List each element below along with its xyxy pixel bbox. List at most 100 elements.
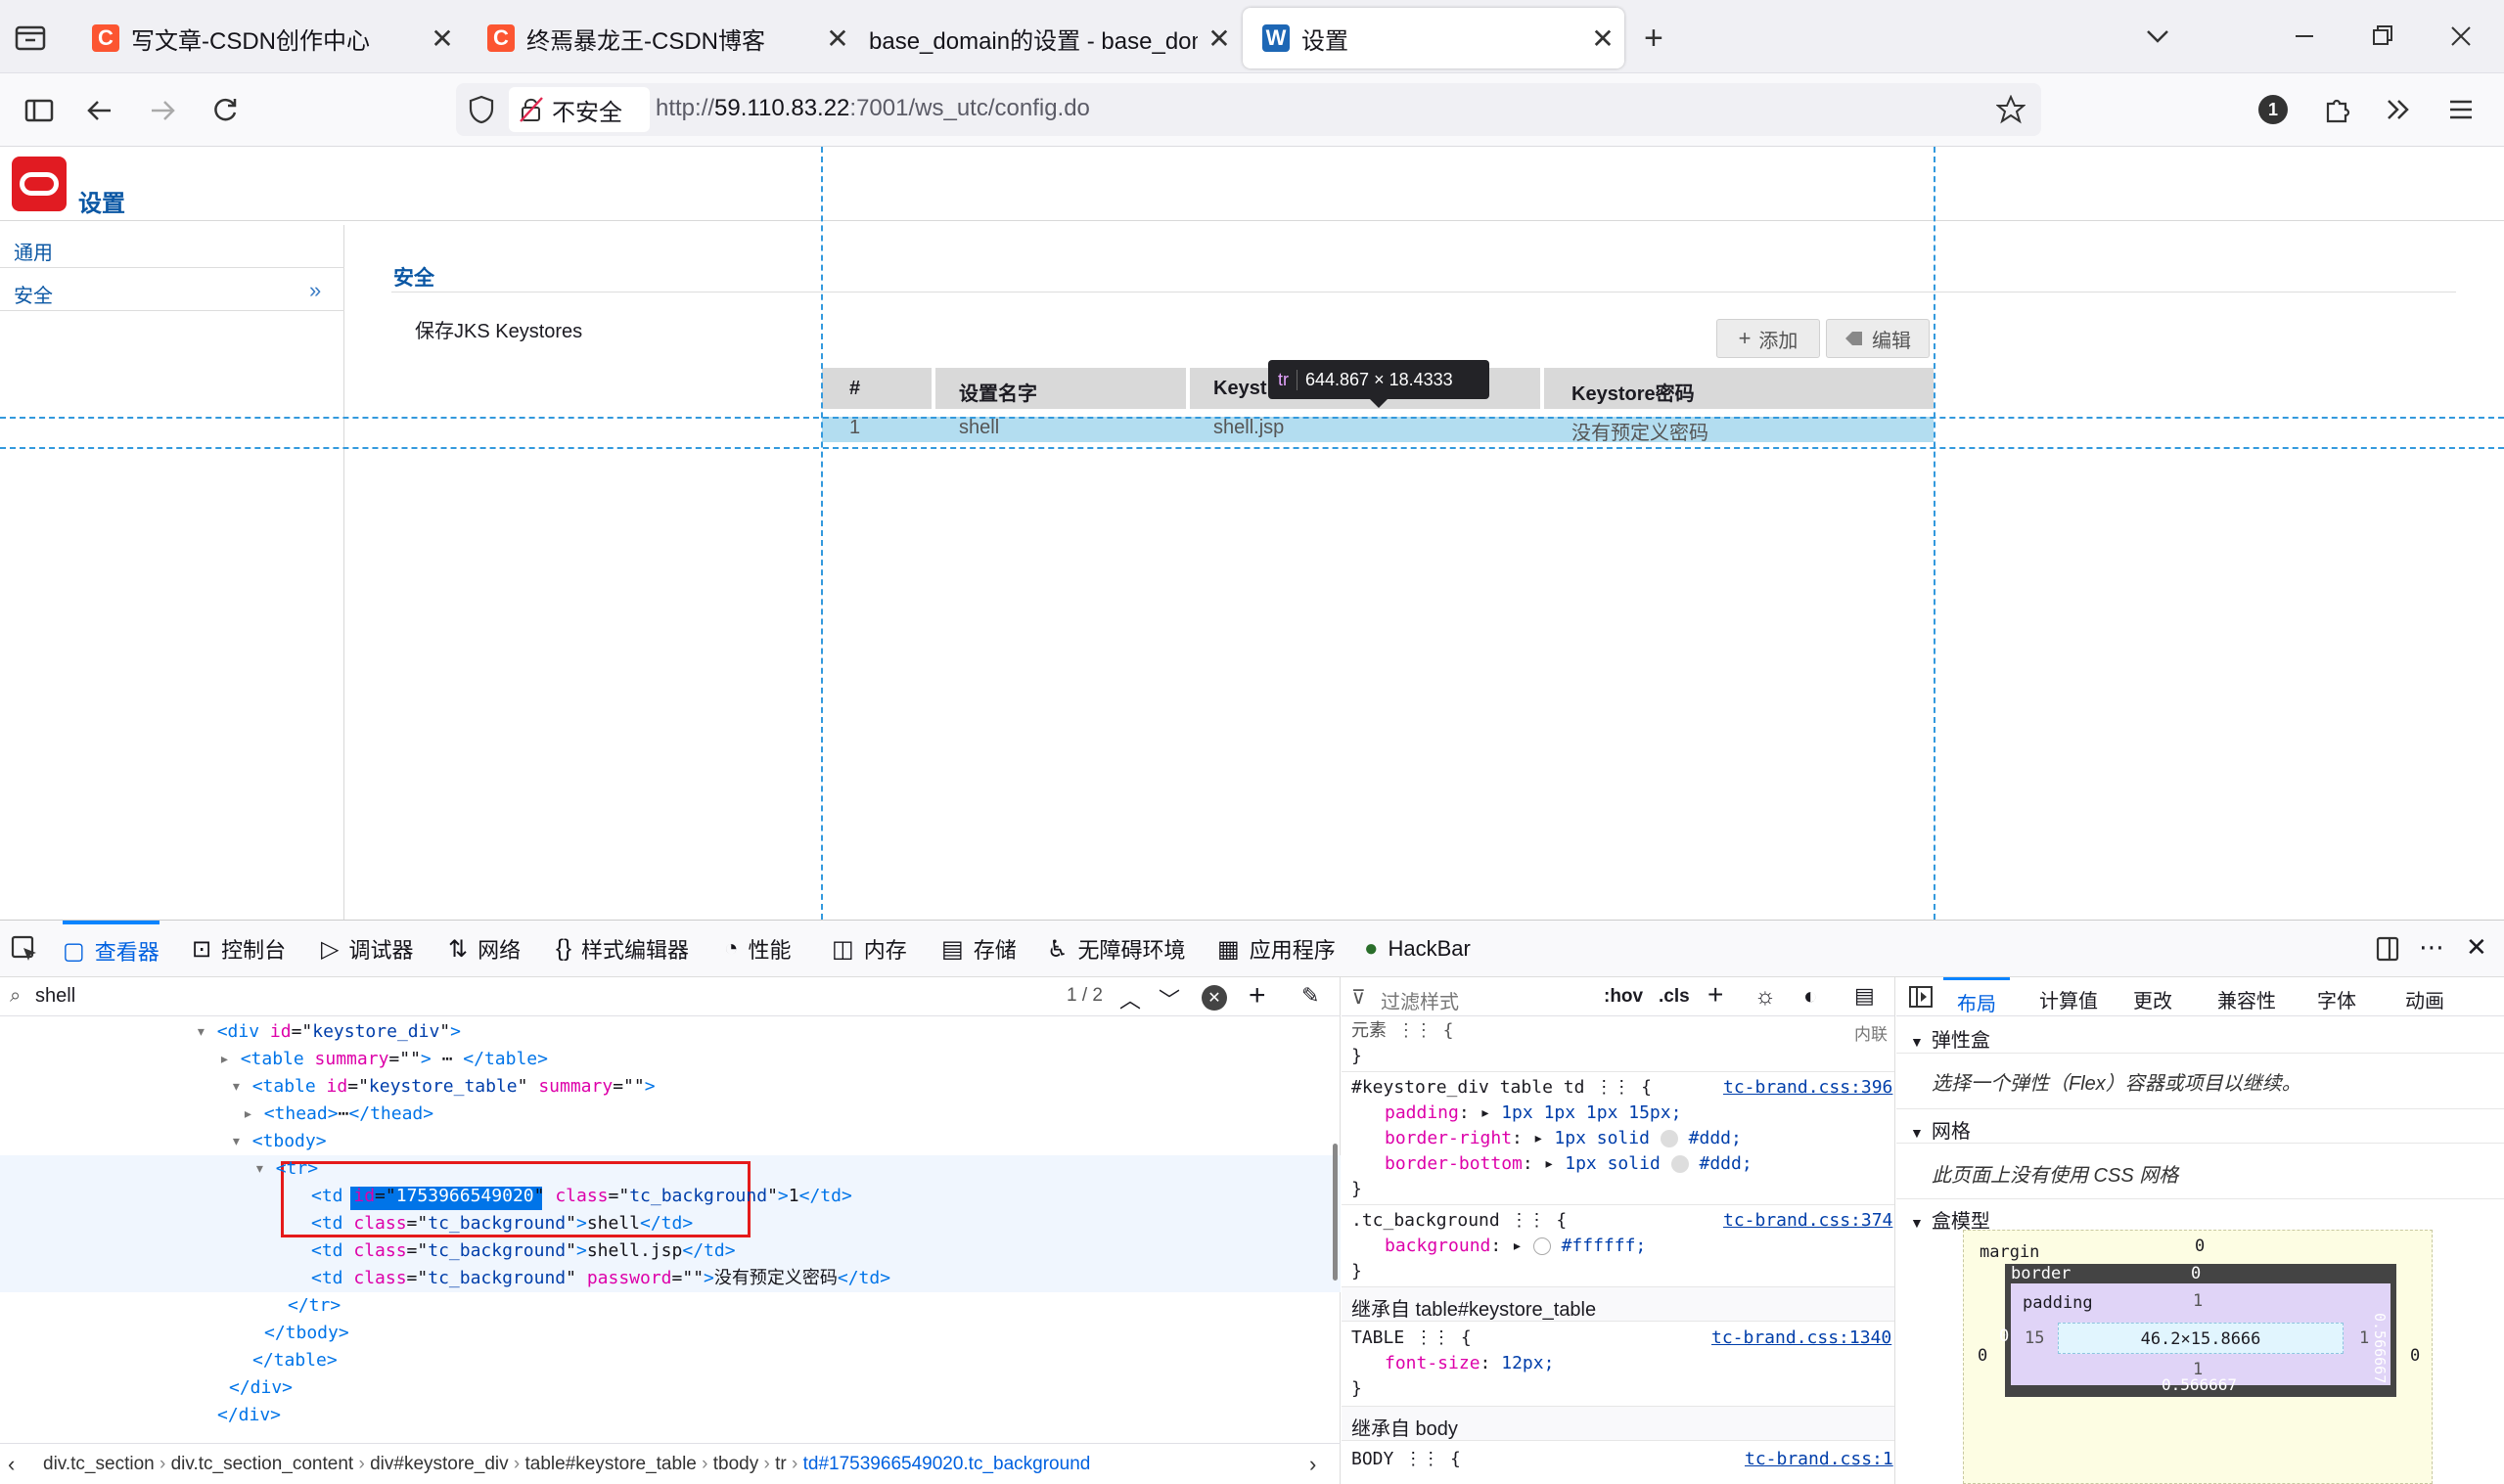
forward-arrow-icon[interactable] <box>143 91 182 130</box>
html-line[interactable]: ▸ <table summary=""> ⋯ </table> <box>0 1046 1336 1073</box>
padding-left-value[interactable]: 15 <box>2025 1328 2044 1348</box>
color-swatch[interactable] <box>1670 1155 1689 1173</box>
prev-match-icon[interactable]: ︿ <box>1119 983 1141 1014</box>
box-model-section-header[interactable]: ▼ 盒模型 <box>1896 1198 2504 1234</box>
overflow-chevrons-icon[interactable] <box>2384 95 2413 124</box>
tab-layout[interactable]: 布局 <box>1943 977 2010 1016</box>
tab-memory[interactable]: ◫ 内存 <box>832 921 907 977</box>
toggle-pane-icon[interactable] <box>1908 985 1934 1009</box>
dark-mode-icon[interactable]: ◐ <box>1803 983 1818 1011</box>
html-line[interactable]: <td class="tc_background">shell.jsp</td> <box>0 1237 1336 1265</box>
clear-search-icon[interactable]: ✕ <box>1202 985 1227 1011</box>
tab-accessibility[interactable]: ♿ 无障碍环境 <box>1047 921 1186 977</box>
expand-toggle-icon[interactable]: ▸ <box>243 1103 264 1124</box>
minimize-icon[interactable] <box>2290 22 2319 51</box>
color-swatch[interactable] <box>1532 1237 1551 1255</box>
table-row[interactable]: 1 shell shell.jsp 没有预定义密码 <box>822 417 1934 444</box>
expand-toggle-icon[interactable]: ▾ <box>231 1076 252 1097</box>
margin-right-value[interactable]: 0 <box>2410 1346 2420 1366</box>
hov-toggle[interactable]: :hov <box>1604 986 1643 1008</box>
add-button[interactable]: + 添加 <box>1716 319 1820 358</box>
tab-animations[interactable]: 动画 <box>2405 985 2444 1013</box>
breadcrumb-item[interactable]: td#1753966549020.tc_background <box>803 1454 1091 1474</box>
tab-performance[interactable]: ◔ 性能 <box>724 921 792 977</box>
tab-inspector[interactable]: ▢ 查看器 <box>63 921 159 977</box>
html-line[interactable]: </tr> <box>0 1292 1336 1320</box>
extension-badge-icon[interactable]: 1 <box>2258 95 2288 124</box>
tab-console[interactable]: ⊡ 控制台 <box>192 921 286 977</box>
bookmark-star-icon[interactable] <box>1996 95 2026 124</box>
html-line[interactable]: <td class="tc_background">shell</td> <box>0 1210 1336 1237</box>
sidebar-item-general[interactable]: 通用 <box>0 225 344 268</box>
add-node-icon[interactable]: + <box>1249 979 1266 1012</box>
restore-icon[interactable] <box>2368 22 2397 51</box>
tab-settings-active[interactable]: W 设置 ✕ <box>1243 8 1624 68</box>
tab-hackbar[interactable]: ● HackBar <box>1364 921 1471 977</box>
tab-changes[interactable]: 更改 <box>2133 985 2172 1013</box>
breadcrumb-item[interactable]: tr <box>775 1454 787 1474</box>
tab-computed[interactable]: 计算值 <box>2039 985 2098 1013</box>
back-arrow-icon[interactable] <box>80 91 119 130</box>
padding-top-value[interactable]: 1 <box>2193 1291 2203 1311</box>
element-picker-icon[interactable] <box>10 934 39 964</box>
light-mode-icon[interactable]: ☼ <box>1754 983 1776 1011</box>
security-indicator[interactable]: 不安全 <box>509 87 650 132</box>
tab-fonts[interactable]: 字体 <box>2317 985 2356 1013</box>
rule4-source-link[interactable]: tc-brand.css:1 <box>1745 1449 1893 1469</box>
margin-left-value[interactable]: 0 <box>1978 1346 1987 1366</box>
tab-storage[interactable]: ▤ 存储 <box>941 921 1017 977</box>
eyedropper-icon[interactable]: ✎ <box>1301 983 1319 1009</box>
more-options-icon[interactable]: ⋯ <box>2419 932 2444 963</box>
search-input[interactable]: shell <box>35 985 75 1008</box>
chevron-down-icon[interactable] <box>2143 22 2172 51</box>
border-top-value[interactable]: 0 <box>2191 1264 2201 1283</box>
dock-side-icon[interactable] <box>2374 934 2403 964</box>
border-left-value[interactable]: 0 <box>1999 1327 2009 1346</box>
url-bar[interactable]: 不安全 http://59.110.83.22:7001/ws_utc/conf… <box>456 83 2041 136</box>
breadcrumb-item[interactable]: div.tc_section_content <box>171 1454 354 1474</box>
color-swatch[interactable] <box>1660 1130 1678 1147</box>
scrollbar[interactable] <box>1333 1144 1338 1281</box>
close-tab-icon[interactable]: ✕ <box>421 22 464 55</box>
close-devtools-icon[interactable]: ✕ <box>2466 932 2487 963</box>
chevron-right-icon[interactable]: › <box>1309 1452 1316 1477</box>
next-match-icon[interactable]: ﹀ <box>1159 983 1180 1014</box>
tab-base-domain[interactable]: base_domain的设置 - base_doma ✕ <box>849 8 1241 68</box>
html-line[interactable]: <td id="1753966549020" class="tc_backgro… <box>0 1183 1336 1210</box>
html-line[interactable]: <td class="tc_background" password="">没有… <box>0 1265 1336 1292</box>
hamburger-menu-icon[interactable] <box>2446 95 2476 124</box>
css-declaration[interactable]: border-bottom: ▸ 1px solid #ddd; <box>1385 1151 1753 1177</box>
css-declaration[interactable]: padding: ▸ 1px 1px 1px 15px; <box>1385 1101 1681 1126</box>
tab-debugger[interactable]: ▷ 调试器 <box>321 921 413 977</box>
close-tab-icon[interactable]: ✕ <box>1198 22 1241 55</box>
expand-toggle-icon[interactable]: ▾ <box>254 1158 276 1179</box>
new-tab-icon[interactable]: + <box>1644 20 1663 58</box>
html-line[interactable]: ▾ <tbody> <box>0 1128 1336 1155</box>
css-declaration[interactable]: background: ▸ #ffffff; <box>1385 1234 1646 1259</box>
css-declaration[interactable]: border-right: ▸ 1px solid #ddd; <box>1385 1126 1742 1151</box>
tab-csdn-blog[interactable]: C 终焉暴龙王-CSDN博客 ✕ <box>468 8 859 68</box>
add-rule-icon[interactable]: + <box>1707 979 1723 1011</box>
sidebar-toggle-icon[interactable] <box>20 91 59 130</box>
tab-style-editor[interactable]: {} 样式编辑器 <box>556 921 689 977</box>
url-text[interactable]: http://59.110.83.22:7001/ws_utc/config.d… <box>656 95 1090 122</box>
flexbox-section-header[interactable]: ▼ 弹性盒 <box>1896 1018 2504 1054</box>
html-line[interactable]: ▾ <table id="keystore_table" summary=""> <box>0 1073 1336 1101</box>
grid-section-header[interactable]: ▼ 网格 <box>1896 1108 2504 1144</box>
rule1-source-link[interactable]: tc-brand.css:396 <box>1723 1077 1892 1098</box>
close-window-icon[interactable] <box>2446 22 2476 51</box>
tab-csdn-write[interactable]: C 写文章-CSDN创作中心 ✕ <box>72 8 464 68</box>
close-tab-icon[interactable]: ✕ <box>1581 22 1624 55</box>
shield-icon[interactable] <box>468 95 495 124</box>
border-right-value[interactable]: 0.566667 <box>2371 1313 2389 1383</box>
tab-list-icon[interactable] <box>14 22 47 53</box>
extensions-puzzle-icon[interactable] <box>2323 95 2352 124</box>
print-media-icon[interactable]: ▤ <box>1854 983 1875 1009</box>
tab-application[interactable]: ▦ 应用程序 <box>1217 921 1336 977</box>
margin-top-value[interactable]: 0 <box>2195 1237 2205 1256</box>
chevron-left-icon[interactable]: ‹ <box>8 1452 15 1477</box>
breadcrumb-item[interactable]: div.tc_section <box>43 1454 155 1474</box>
expand-toggle-icon[interactable]: ▸ <box>219 1049 241 1069</box>
expand-toggle-icon[interactable]: ▾ <box>231 1131 252 1151</box>
expand-toggle-icon[interactable]: ▾ <box>196 1021 217 1042</box>
